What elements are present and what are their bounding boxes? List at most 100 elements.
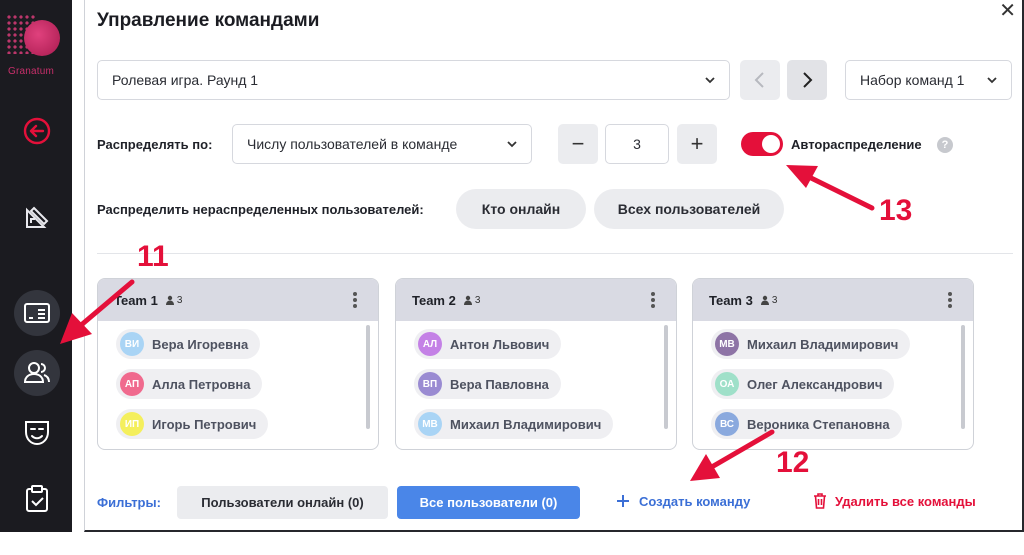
presentation-icon[interactable] (14, 290, 60, 336)
chevron-left-icon (754, 72, 764, 88)
round-select[interactable]: Ролевая игра. Раунд 1 (97, 60, 730, 100)
avatar: ВИ (120, 332, 144, 356)
member-name: Михаил Владимирович (450, 416, 602, 432)
scrollbar[interactable] (664, 325, 668, 429)
auto-distribution-toggle[interactable] (741, 132, 783, 156)
create-team-label: Создать команду (639, 493, 751, 509)
all-users-filter[interactable]: Все пользователи (0) (397, 486, 580, 519)
auto-distribution-label: Автораспределение (791, 137, 922, 152)
dialog-title: Управление командами (97, 10, 320, 31)
member-chip[interactable]: АЛ Антон Львович (414, 329, 562, 359)
person-icon (463, 295, 472, 305)
increment-button[interactable]: + (677, 124, 717, 164)
team-card-header: Team 3 3 (693, 279, 973, 321)
plus-icon (617, 495, 629, 507)
member-chip[interactable]: МВ Михаил Владимирович (711, 329, 911, 359)
round-select-value: Ролевая игра. Раунд 1 (112, 72, 259, 88)
member-name: Вероника Степановна (747, 416, 890, 432)
avatar: МВ (715, 332, 739, 356)
trash-icon (814, 493, 826, 509)
online-users-filter[interactable]: Пользователи онлайн (0) (177, 486, 388, 519)
team-size-input[interactable]: 3 (605, 124, 669, 164)
distribute-unassigned-label: Распределить нераспределенных пользовате… (97, 202, 424, 217)
member-name: Алла Петровна (152, 376, 251, 392)
member-list: ВИ Вера Игоревна АП Алла Петровна ИП Игорь … (116, 329, 269, 449)
team-card-header: Team 2 3 (396, 279, 676, 321)
member-name: Антон Львович (450, 336, 550, 352)
avatar: ИП (120, 412, 144, 436)
chevron-down-icon (507, 141, 517, 148)
geometry-tools-icon[interactable] (14, 194, 60, 240)
filters-label: Фильтры: (97, 495, 161, 510)
member-count-value: 3 (771, 294, 778, 306)
member-chip[interactable]: ОА Олег Александрович (711, 369, 895, 399)
person-icon (165, 295, 174, 305)
kebab-menu-icon[interactable] (947, 291, 953, 309)
sidebar: Granatum (0, 0, 72, 532)
team-management-dialog: Управление командами ✕ Ролевая игра. Рау… (84, 0, 1024, 532)
member-chip[interactable]: МВ Михаил Владимирович (414, 409, 614, 439)
team-set-select[interactable]: Набор команд 1 (845, 60, 1012, 100)
help-icon[interactable]: ? (937, 137, 953, 153)
team-set-select-value: Набор команд 1 (860, 72, 965, 88)
create-team-button[interactable]: Создать команду (615, 493, 750, 509)
previous-round-button[interactable] (740, 60, 780, 100)
team-member-count: 3 (463, 295, 480, 306)
distribute-by-label: Распределять по: (97, 137, 213, 152)
next-round-button[interactable] (787, 60, 827, 100)
member-chip[interactable]: ВС Вероника Степановна (711, 409, 902, 439)
avatar: ОА (715, 372, 739, 396)
member-name: Игорь Петрович (152, 416, 257, 432)
member-chip[interactable]: АП Алла Петровна (116, 369, 263, 399)
member-name: Вера Игоревна (152, 336, 249, 352)
team-member-count: 3 (165, 295, 182, 306)
delete-all-teams-button[interactable]: Удалить все команды (813, 493, 976, 509)
chevron-right-icon (803, 72, 813, 88)
chevron-down-icon (987, 77, 997, 84)
annotation-number-11: 11 (137, 240, 169, 273)
avatar: МВ (418, 412, 442, 436)
member-list: МВ Михаил Владимирович ОА Олег Александров… (711, 329, 911, 449)
team-member-count: 3 (760, 294, 778, 306)
annotation-number-13: 13 (879, 194, 913, 227)
team-name: Team 2 (412, 292, 456, 308)
annotation-number-12: 12 (776, 446, 810, 479)
clipboard-check-icon[interactable] (14, 476, 60, 522)
kebab-menu-icon[interactable] (352, 291, 358, 309)
users-icon[interactable] (14, 350, 60, 396)
member-chip[interactable]: ИП Игорь Петрович (116, 409, 269, 439)
scrollbar[interactable] (961, 325, 965, 429)
avatar: АЛ (418, 332, 442, 356)
team-card: Team 1 3 ВИ Вера Игоревна АП Алла Петровна… (97, 278, 379, 450)
avatar: ВП (418, 372, 442, 396)
toggle-knob (762, 135, 780, 153)
back-arrow-icon[interactable] (14, 108, 60, 154)
distribute-mode-select[interactable]: Числу пользователей в команде (232, 124, 532, 164)
close-icon[interactable]: ✕ (999, 0, 1016, 22)
scrollbar[interactable] (366, 325, 370, 429)
chevron-down-icon (705, 77, 715, 84)
member-list: АЛ Антон Львович ВП Вера Павловна МВ Михаил… (414, 329, 614, 449)
person-icon (760, 295, 769, 305)
avatar: ВС (715, 412, 739, 436)
distribute-mode-value: Числу пользователей в команде (247, 136, 458, 152)
who-online-button[interactable]: Кто онлайн (456, 189, 586, 229)
kebab-menu-icon[interactable] (650, 291, 656, 309)
team-card: Team 2 3 АЛ Антон Львович ВП Вера Павловна… (395, 278, 677, 450)
decrement-button[interactable]: − (558, 124, 598, 164)
team-card: Team 3 3 МВ Михаил Владимирович ОА Олег Ал… (692, 278, 974, 450)
logo-circle (24, 20, 60, 56)
logo-text: Granatum (8, 66, 55, 77)
delete-all-label: Удалить все команды (835, 493, 976, 509)
divider (97, 253, 1013, 254)
theater-mask-icon[interactable] (14, 410, 60, 456)
member-name: Михаил Владимирович (747, 336, 899, 352)
member-chip[interactable]: ВП Вера Павловна (414, 369, 561, 399)
member-chip[interactable]: ВИ Вера Игоревна (116, 329, 261, 359)
team-name: Team 1 (114, 292, 158, 308)
screenshot-frame: Granatum Управление командами ✕ Ролевая … (0, 0, 1024, 555)
granatum-logo: Granatum (6, 8, 68, 78)
member-name: Вера Павловна (450, 376, 549, 392)
all-users-button[interactable]: Всех пользователей (594, 189, 784, 229)
member-name: Олег Александрович (747, 376, 883, 392)
